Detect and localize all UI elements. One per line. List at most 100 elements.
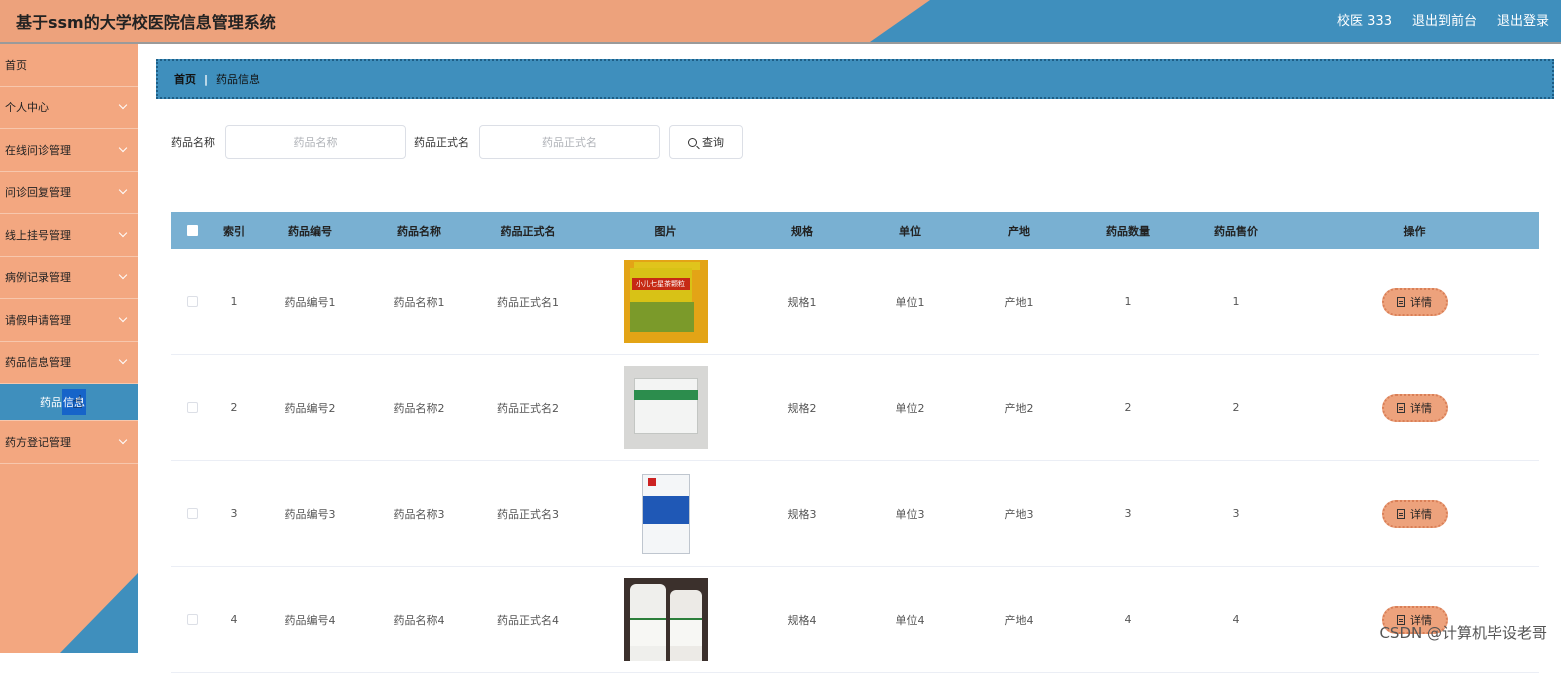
chevron-down-icon xyxy=(118,271,128,280)
breadcrumb: 首页 | 药品信息 xyxy=(156,59,1554,99)
box-label xyxy=(642,496,689,524)
box-stripe xyxy=(633,390,698,400)
box-label: 小儿七星茶颗粒 xyxy=(631,278,690,290)
row-checkbox-cell xyxy=(171,614,213,625)
logout-link[interactable]: 退出登录 xyxy=(1497,10,1549,29)
sidebar-item-label: 病例记录管理 xyxy=(5,271,71,285)
sidebar-item-label: 请假申请管理 xyxy=(5,313,71,327)
breadcrumb-separator: | xyxy=(204,72,209,86)
sidebar-item-label: 药方登记管理 xyxy=(5,435,71,449)
col-code: 药品编号 xyxy=(288,224,332,238)
watermark: CSDN @计算机毕设老哥 xyxy=(1379,624,1547,642)
cell-price: 4 xyxy=(1232,613,1240,626)
medicine-image xyxy=(623,366,708,449)
detail-button[interactable]: 详情 xyxy=(1381,499,1448,528)
back-to-front-link[interactable]: 退出到前台 xyxy=(1412,10,1477,29)
cell-operation: 详情 xyxy=(1290,287,1539,316)
chevron-down-icon xyxy=(118,143,128,152)
cell-qty: 3 xyxy=(1124,507,1132,520)
row-checkbox-cell xyxy=(171,508,213,519)
sidebar-item-reply[interactable]: 问诊回复管理 xyxy=(0,172,138,214)
breadcrumb-home[interactable]: 首页 xyxy=(174,71,196,87)
row-checkbox[interactable] xyxy=(186,508,198,519)
row-checkbox[interactable] xyxy=(186,402,198,413)
cell-origin: 产地2 xyxy=(1004,401,1034,415)
cell-spec: 规格2 xyxy=(787,401,817,415)
bottle-label-left xyxy=(629,618,666,646)
box-body xyxy=(633,378,698,434)
medicine-name-input[interactable] xyxy=(225,125,406,159)
table-row: 3 药品编号3 药品名称3 药品正式名3 规格3 单位3 产地3 3 3 详情 xyxy=(171,461,1539,567)
select-all-checkbox[interactable] xyxy=(186,225,198,236)
sidebar-subitem-medicine-info[interactable]: 药品 信息 xyxy=(0,384,138,421)
medicine-formal-name-input[interactable] xyxy=(479,125,660,159)
medicine-table: 索引 药品编号 药品名称 药品正式名 图片 规格 单位 产地 药品数量 药品售价… xyxy=(171,212,1539,673)
cell-spec: 规格3 xyxy=(787,507,817,521)
document-icon xyxy=(1397,402,1405,413)
header-links: 校医 333 退出到前台 退出登录 xyxy=(1337,10,1549,29)
cell-unit: 单位1 xyxy=(895,295,925,309)
document-icon xyxy=(1397,508,1405,519)
detail-button[interactable]: 详情 xyxy=(1381,287,1448,316)
detail-button[interactable]: 详情 xyxy=(1381,393,1448,422)
medicine-image: 小儿七星茶颗粒 xyxy=(623,260,708,343)
sidebar-item-registration[interactable]: 线上挂号管理 xyxy=(0,214,138,257)
search-bar: 药品名称 药品正式名 查询 xyxy=(171,125,743,159)
cell-index: 4 xyxy=(230,613,238,626)
sidebar-item-prescription[interactable]: 药方登记管理 xyxy=(0,421,138,464)
detail-button-label: 详情 xyxy=(1410,401,1432,415)
name-label: 药品名称 xyxy=(171,136,215,149)
chevron-down-icon xyxy=(118,313,128,322)
cell-index: 2 xyxy=(230,401,238,414)
sidebar-item-label: 线上挂号管理 xyxy=(5,228,71,242)
cell-formal: 药品正式名4 xyxy=(497,613,559,627)
hand-cursor-icon: ☝ xyxy=(72,392,83,413)
box-grass xyxy=(629,302,694,332)
cell-image xyxy=(583,472,748,555)
cell-code: 药品编号3 xyxy=(284,507,336,521)
sidebar-corner-decoration xyxy=(60,573,138,653)
row-checkbox[interactable] xyxy=(186,296,198,307)
col-name: 药品名称 xyxy=(397,224,441,238)
row-checkbox-cell xyxy=(171,296,213,307)
row-checkbox-cell xyxy=(171,402,213,413)
cell-spec: 规格1 xyxy=(787,295,817,309)
cell-name: 药品名称1 xyxy=(393,295,445,309)
cell-price: 2 xyxy=(1232,401,1240,414)
sidebar-item-personal[interactable]: 个人中心 xyxy=(0,87,138,129)
row-checkbox[interactable] xyxy=(186,614,198,625)
cell-code: 药品编号1 xyxy=(284,295,336,309)
sidebar-item-label: 在线问诊管理 xyxy=(5,143,71,157)
cell-origin: 产地4 xyxy=(1004,613,1034,627)
detail-button-label: 详情 xyxy=(1410,295,1432,309)
chevron-down-icon xyxy=(118,186,128,195)
detail-button-label: 详情 xyxy=(1410,507,1432,521)
sidebar-item-leave[interactable]: 请假申请管理 xyxy=(0,299,138,342)
col-index: 索引 xyxy=(223,224,245,238)
cell-formal: 药品正式名3 xyxy=(497,507,559,521)
sidebar: 首页 个人中心 在线问诊管理 问诊回复管理 线上挂号管理 病例记录管理 请假申请… xyxy=(0,44,138,653)
cell-image: 小儿七星茶颗粒 xyxy=(583,260,748,343)
col-price: 药品售价 xyxy=(1214,224,1258,238)
cell-formal: 药品正式名1 xyxy=(497,295,559,309)
chevron-down-icon xyxy=(118,356,128,365)
col-spec: 规格 xyxy=(791,224,813,238)
sidebar-item-medicine[interactable]: 药品信息管理 xyxy=(0,342,138,384)
sidebar-item-home[interactable]: 首页 xyxy=(0,44,138,87)
sidebar-item-label: 问诊回复管理 xyxy=(5,186,71,200)
medicine-image xyxy=(623,578,708,661)
chevron-down-icon xyxy=(118,101,128,110)
medicine-image xyxy=(623,472,708,555)
cell-origin: 产地1 xyxy=(1004,295,1034,309)
query-button[interactable]: 查询 xyxy=(669,125,743,159)
top-header: 基于ssm的大学校医院信息管理系统 校医 333 退出到前台 退出登录 xyxy=(0,0,1561,44)
table-row: 2 药品编号2 药品名称2 药品正式名2 规格2 单位2 产地2 2 2 详情 xyxy=(171,355,1539,461)
col-operation: 操作 xyxy=(1403,224,1426,238)
cell-operation: 详情 xyxy=(1290,499,1539,528)
document-icon xyxy=(1397,296,1405,307)
sidebar-item-records[interactable]: 病例记录管理 xyxy=(0,257,138,299)
app-title: 基于ssm的大学校医院信息管理系统 xyxy=(16,13,276,32)
sidebar-item-label: 首页 xyxy=(5,58,27,72)
sidebar-item-consultation[interactable]: 在线问诊管理 xyxy=(0,129,138,172)
cell-qty: 4 xyxy=(1124,613,1132,626)
